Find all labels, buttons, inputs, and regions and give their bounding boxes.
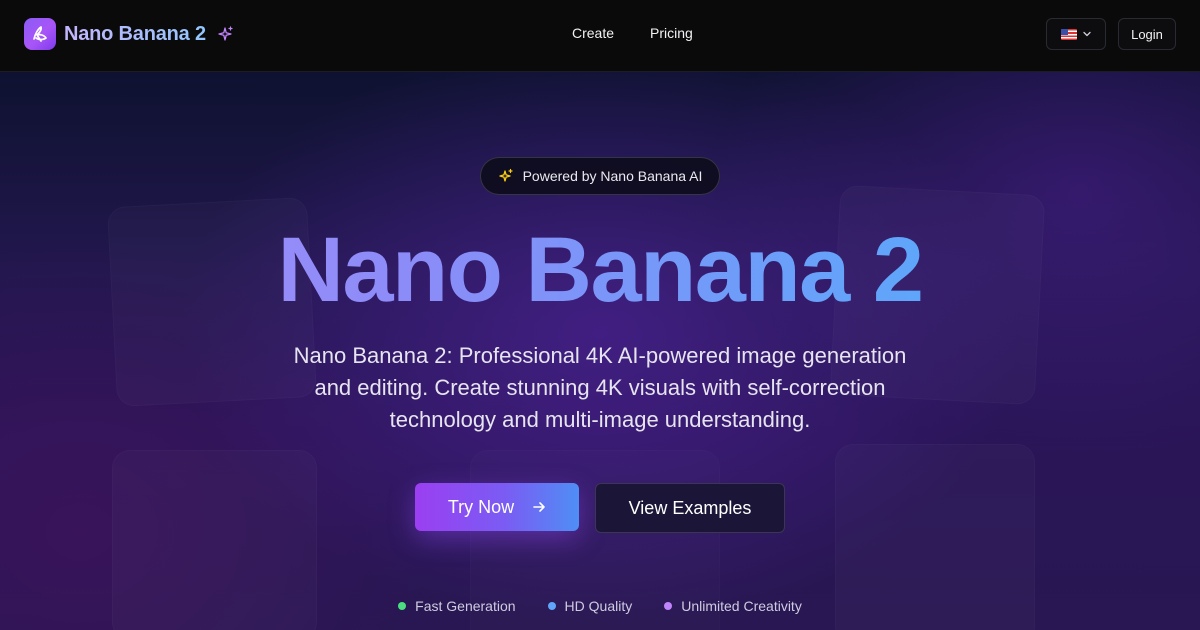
sparkles-icon xyxy=(498,168,513,182)
language-selector[interactable] xyxy=(1046,18,1106,50)
feature-list: Fast Generation HD Quality Unlimited Cre… xyxy=(0,598,1200,614)
hero-title: Nano Banana 2 xyxy=(0,218,1200,322)
feature-label: Unlimited Creativity xyxy=(681,598,802,614)
view-examples-button[interactable]: View Examples xyxy=(595,483,785,533)
chevron-down-icon xyxy=(1082,31,1091,37)
nav-link-create[interactable]: Create xyxy=(572,25,614,41)
badge-text: Powered by Nano Banana AI xyxy=(522,168,703,184)
brand-name: Nano Banana 2 xyxy=(64,22,206,45)
top-nav: Nano Banana 2 Create Pricing Login xyxy=(0,0,1200,72)
status-dot-icon xyxy=(664,602,673,610)
arrow-right-icon xyxy=(533,502,545,512)
feature-item: Unlimited Creativity xyxy=(664,598,802,614)
main-nav: Create Pricing xyxy=(572,25,693,41)
feature-label: Fast Generation xyxy=(415,598,516,614)
status-dot-icon xyxy=(547,602,556,610)
try-now-button[interactable]: Try Now xyxy=(415,483,579,531)
login-button[interactable]: Login xyxy=(1118,18,1176,50)
nav-link-pricing[interactable]: Pricing xyxy=(650,25,693,41)
powered-by-badge: Powered by Nano Banana AI xyxy=(480,157,720,195)
sparkles-icon xyxy=(218,26,233,41)
status-dot-icon xyxy=(398,602,407,610)
try-now-label: Try Now xyxy=(447,496,515,517)
feature-item: Fast Generation xyxy=(398,598,516,614)
feature-label: HD Quality xyxy=(564,598,633,614)
logo-icon xyxy=(24,18,56,50)
hero-section: Powered by Nano Banana AI Nano Banana 2 … xyxy=(0,72,1200,630)
feature-item: HD Quality xyxy=(547,598,633,614)
us-flag-icon xyxy=(1060,28,1077,40)
hero-subtitle: Nano Banana 2: Professional 4K AI-powere… xyxy=(293,343,907,432)
brand[interactable]: Nano Banana 2 xyxy=(24,18,234,50)
